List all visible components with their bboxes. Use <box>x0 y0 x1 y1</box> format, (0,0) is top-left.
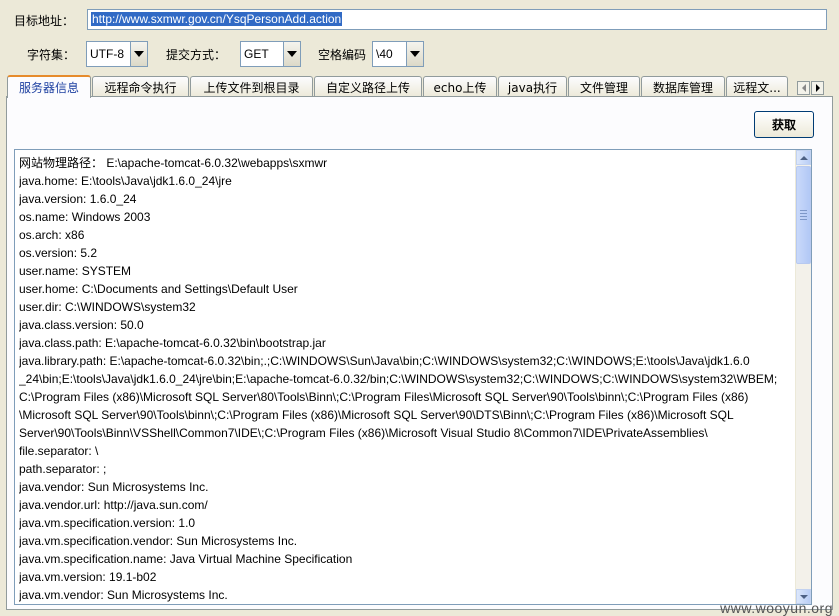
tab-echo-upload[interactable]: echo上传 <box>423 76 497 97</box>
tab-bar: 服务器信息 远程命令执行 上传文件到根目录 自定义路径上传 echo上传 jav… <box>7 75 789 98</box>
charset-dropdown-button[interactable] <box>130 41 148 67</box>
output-line: file.separator: \ <box>19 444 99 458</box>
output-line: java.home: E:\tools\Java\jdk1.6.0_24\jre <box>19 174 232 188</box>
output-lines: 网站物理路径： E:\apache-tomcat-6.0.32\webapps\… <box>19 154 795 604</box>
watermark: www.wooyun.org <box>720 600 833 616</box>
output-line: java.vendor.url: http://java.sun.com/ <box>19 498 208 512</box>
output-line: user.dir: C:\WINDOWS\system32 <box>19 300 196 314</box>
output-line: os.version: 5.2 <box>19 246 98 260</box>
target-label: 目标地址： <box>14 14 75 28</box>
target-url-text: http://www.sxmwr.gov.cn/YsqPersonAdd.act… <box>91 12 343 26</box>
output-line: \Microsoft SQL Server\90\Tools\binn\;C:\… <box>19 408 734 422</box>
scroll-thumb[interactable] <box>796 166 811 264</box>
output-line: java.library.path: E:\apache-tomcat-6.0.… <box>19 354 750 368</box>
chevron-right-icon <box>815 84 820 92</box>
space-encoding-select[interactable]: \40 <box>372 41 424 67</box>
charset-select[interactable]: UTF-8 <box>86 41 148 67</box>
tab-custom-path-upload[interactable]: 自定义路径上传 <box>314 76 422 97</box>
output-line: java.version: 1.6.0_24 <box>19 192 137 206</box>
server-info-output[interactable]: 网站物理路径： E:\apache-tomcat-6.0.32\webapps\… <box>14 149 812 605</box>
space-encoding-dropdown-button[interactable] <box>406 41 424 67</box>
chevron-down-icon <box>799 594 808 599</box>
charset-value: UTF-8 <box>86 41 130 67</box>
tab-java-exec[interactable]: java执行 <box>498 76 567 97</box>
output-line: os.arch: x86 <box>19 228 85 242</box>
method-dropdown-button[interactable] <box>283 41 301 67</box>
output-line: _24\bin;E:\tools\Java\jdk1.6.0_24\jre\bi… <box>19 372 778 386</box>
space-encoding-label: 空格编码 <box>318 48 367 62</box>
output-line: Server\90\Tools\Binn\VSShell\Common7\IDE… <box>19 426 708 440</box>
tab-upload-to-root[interactable]: 上传文件到根目录 <box>190 76 313 97</box>
chevron-down-icon <box>410 51 420 57</box>
chevron-down-icon <box>287 51 297 57</box>
method-select[interactable]: GET <box>240 41 301 67</box>
tab-file-manager[interactable]: 文件管理 <box>568 76 640 97</box>
chevron-left-icon <box>801 84 806 92</box>
tab-scroll-left-button[interactable] <box>797 81 810 95</box>
output-line: java.vendor: Sun Microsystems Inc. <box>19 480 209 494</box>
output-line: java.class.path: E:\apache-tomcat-6.0.32… <box>19 336 326 350</box>
vertical-scrollbar[interactable] <box>795 150 811 604</box>
output-line: user.name: SYSTEM <box>19 264 132 278</box>
output-line: java.vm.vendor: Sun Microsystems Inc. <box>19 588 228 602</box>
chevron-down-icon <box>134 51 144 57</box>
tab-database-manager[interactable]: 数据库管理 <box>641 76 725 97</box>
tab-scroll-right-button[interactable] <box>811 81 824 95</box>
output-line: java.vm.specification.name: Java Virtual… <box>19 552 353 566</box>
output-line: os.name: Windows 2003 <box>19 210 151 224</box>
output-line: java.vm.version: 19.1-b02 <box>19 570 157 584</box>
tab-remote-command[interactable]: 远程命令执行 <box>92 76 189 97</box>
method-value: GET <box>240 41 283 67</box>
output-line: user.home: C:\Documents and Settings\Def… <box>19 282 298 296</box>
target-url-input[interactable]: http://www.sxmwr.gov.cn/YsqPersonAdd.act… <box>87 9 827 30</box>
tab-server-info[interactable]: 服务器信息 <box>7 75 91 98</box>
output-line: 网站物理路径： E:\apache-tomcat-6.0.32\webapps\… <box>19 156 328 170</box>
output-line: java.class.version: 50.0 <box>19 318 144 332</box>
tab-remote-file[interactable]: 远程文... <box>726 76 788 97</box>
method-label: 提交方式： <box>166 48 227 62</box>
chevron-up-icon <box>799 155 808 160</box>
scroll-up-button[interactable] <box>796 150 811 165</box>
output-line: C:\Program Files (x86)\Microsoft SQL Ser… <box>19 390 749 404</box>
output-line: java.vm.specification.vendor: Sun Micros… <box>19 534 298 548</box>
output-line: path.separator: ; <box>19 462 107 476</box>
charset-label: 字符集： <box>27 48 76 62</box>
output-line: java.vm.specification.version: 1.0 <box>19 516 196 530</box>
space-encoding-value: \40 <box>372 41 406 67</box>
fetch-button[interactable]: 获取 <box>754 111 814 138</box>
